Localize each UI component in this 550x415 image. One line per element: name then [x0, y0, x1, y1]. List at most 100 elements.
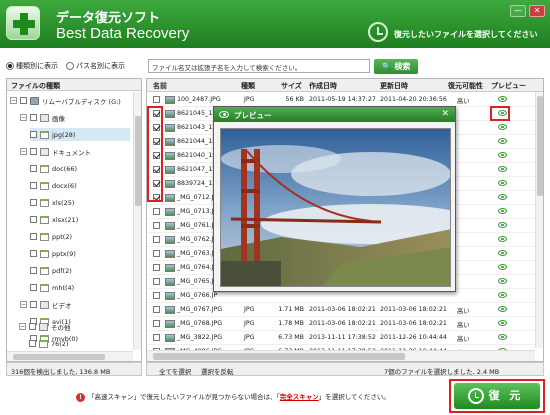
- collapse-toggle[interactable]: −: [20, 301, 27, 308]
- tree-item-jpg[interactable]: jpg(28): [30, 128, 130, 141]
- tree-item-docx[interactable]: docx(6): [30, 179, 77, 192]
- minimize-button[interactable]: —: [510, 5, 526, 17]
- eye-icon[interactable]: [498, 96, 507, 102]
- checkbox[interactable]: [30, 182, 37, 189]
- tree-item-documents[interactable]: − ドキュメント: [20, 145, 91, 158]
- checkbox[interactable]: [29, 340, 36, 347]
- scroll-thumb[interactable]: [153, 353, 405, 360]
- radio-by-path[interactable]: パス名別に表示: [66, 61, 125, 71]
- row-checkbox[interactable]: [153, 222, 160, 229]
- checkbox[interactable]: [30, 233, 37, 240]
- collapse-toggle[interactable]: −: [19, 323, 26, 330]
- tree-label: xls(25): [52, 198, 75, 207]
- checkbox[interactable]: [30, 250, 37, 257]
- eye-icon[interactable]: [498, 334, 507, 340]
- scroll-thumb[interactable]: [13, 354, 105, 360]
- plus-logo-icon: [6, 6, 40, 40]
- collapse-toggle[interactable]: −: [20, 114, 27, 121]
- tree-item-drive[interactable]: − リムーバブルディスク (G:): [10, 94, 121, 107]
- eye-icon[interactable]: [498, 152, 507, 158]
- checkbox[interactable]: [29, 323, 36, 330]
- checkbox[interactable]: [30, 216, 37, 223]
- cell-modified: 2011-03-06 18:02:21: [380, 320, 447, 327]
- checkbox[interactable]: [30, 199, 37, 206]
- eye-icon[interactable]: [498, 194, 507, 200]
- scroll-thumb[interactable]: [135, 116, 141, 206]
- tree-item-video[interactable]: − ビデオ: [20, 298, 72, 311]
- tree-item-pdf[interactable]: pdf(2): [30, 264, 72, 277]
- eye-icon[interactable]: [498, 166, 507, 172]
- eye-icon[interactable]: [498, 292, 507, 298]
- col-recoverability[interactable]: 復元可能性: [448, 81, 483, 91]
- tree-item-pptx[interactable]: pptx(9): [30, 247, 76, 260]
- list-horizontal-scrollbar[interactable]: [147, 350, 535, 361]
- col-modified[interactable]: 更新日時: [380, 81, 408, 91]
- invert-selection-link[interactable]: 選択を反転: [201, 366, 234, 376]
- radio-by-type[interactable]: 種類別に表示: [6, 61, 58, 71]
- eye-icon[interactable]: [498, 124, 507, 130]
- preview-close-button[interactable]: ✕: [441, 109, 449, 119]
- row-checkbox[interactable]: [153, 208, 160, 215]
- eye-icon[interactable]: [498, 138, 507, 144]
- tree-item-xlsx[interactable]: xlsx(21): [30, 213, 78, 226]
- tree-item-76[interactable]: 76(2): [29, 337, 68, 350]
- recover-button[interactable]: 復 元: [454, 383, 540, 409]
- row-checkbox[interactable]: [153, 96, 160, 103]
- close-button[interactable]: ✕: [529, 5, 545, 17]
- tree-item-other[interactable]: − その他: [19, 320, 71, 333]
- eye-icon[interactable]: [498, 208, 507, 214]
- eye-icon[interactable]: [498, 264, 507, 270]
- preview-titlebar[interactable]: プレビュー ✕: [214, 107, 455, 122]
- checkbox[interactable]: [30, 301, 37, 308]
- radio-on-icon: [6, 62, 14, 70]
- tree-vertical-scrollbar[interactable]: [133, 92, 141, 350]
- tree-item-images[interactable]: − 画像: [20, 111, 65, 124]
- table-row[interactable]: 100_2487.JPG JPG 56 KB 2011-05-19 14:37:27 2…: [147, 93, 535, 107]
- list-vertical-scrollbar[interactable]: [535, 92, 543, 348]
- checkbox[interactable]: [30, 131, 37, 138]
- tree-item-ppt[interactable]: ppt(2): [30, 230, 72, 243]
- row-checkbox[interactable]: [153, 264, 160, 271]
- row-checkbox[interactable]: [153, 292, 160, 299]
- checkbox[interactable]: [30, 165, 37, 172]
- tree-item-mht[interactable]: mht(4): [30, 281, 74, 294]
- scroll-thumb[interactable]: [537, 96, 543, 196]
- table-row[interactable]: _MG_0767.JPG JPG 1.71 MB 2011-03-06 18:02:2…: [147, 303, 535, 317]
- tree-item-doc[interactable]: doc(66): [30, 162, 77, 175]
- col-size[interactable]: サイズ: [281, 81, 302, 91]
- col-created[interactable]: 作成日時: [309, 81, 337, 91]
- row-checkbox[interactable]: [153, 334, 160, 341]
- preview-window[interactable]: プレビュー ✕: [213, 106, 456, 292]
- checkbox[interactable]: [30, 114, 37, 121]
- col-name[interactable]: 名前: [153, 81, 167, 91]
- row-checkbox[interactable]: [153, 236, 160, 243]
- table-row[interactable]: _MG_3822.JPG JPG 6.73 MB 2013-11-11 17:38:5…: [147, 331, 535, 345]
- row-checkbox[interactable]: [153, 250, 160, 257]
- row-checkbox[interactable]: [153, 306, 160, 313]
- tree-horizontal-scrollbar[interactable]: [7, 351, 133, 361]
- search-button[interactable]: 🔍 検索: [374, 59, 418, 74]
- checkbox[interactable]: [30, 267, 37, 274]
- collapse-toggle[interactable]: −: [10, 97, 17, 104]
- row-checkbox[interactable]: [153, 320, 160, 327]
- eye-icon[interactable]: [498, 250, 507, 256]
- checkbox[interactable]: [30, 148, 37, 155]
- tree-item-xls[interactable]: xls(25): [30, 196, 74, 209]
- eye-icon[interactable]: [498, 306, 507, 312]
- checkbox[interactable]: [30, 284, 37, 291]
- eye-icon[interactable]: [498, 180, 507, 186]
- eye-icon[interactable]: [498, 278, 507, 284]
- cell-type: JPG: [244, 320, 255, 327]
- search-input[interactable]: ファイル名又は拡張子名を入力して検索ください。: [148, 59, 370, 73]
- eye-icon[interactable]: [498, 222, 507, 228]
- checkbox[interactable]: [20, 97, 27, 104]
- row-checkbox[interactable]: [153, 278, 160, 285]
- eye-icon[interactable]: [498, 320, 507, 326]
- table-row[interactable]: _MG_0768.JPG JPG 1.78 MB 2011-03-06 18:02:2…: [147, 317, 535, 331]
- select-all-link[interactable]: 全てを選択: [159, 366, 191, 376]
- col-preview[interactable]: プレビュー: [491, 81, 526, 91]
- col-type[interactable]: 種類: [241, 81, 255, 91]
- eye-icon[interactable]: [498, 236, 507, 242]
- collapse-toggle[interactable]: −: [20, 148, 27, 155]
- full-scan-link[interactable]: 完全スキャン: [280, 393, 319, 401]
